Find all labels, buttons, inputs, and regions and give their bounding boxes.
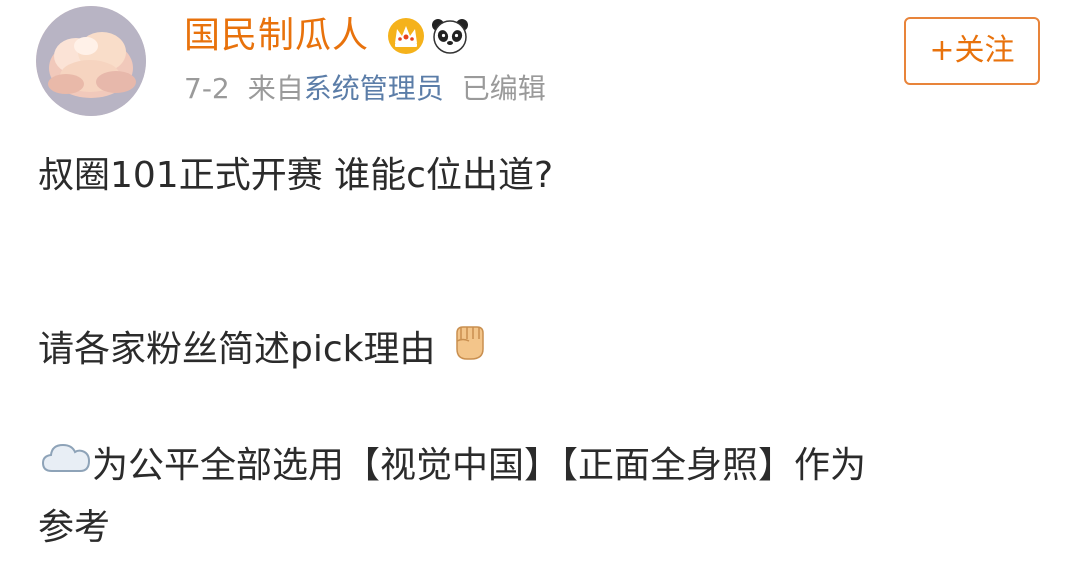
avatar[interactable] <box>36 6 146 116</box>
post-meta: 7-2 来自系统管理员 已编辑 <box>184 68 546 110</box>
follow-button[interactable]: +关注 <box>904 17 1040 85</box>
fist-emoji-icon <box>447 319 491 378</box>
post-text-line-3-text: 为公平全部选用【视觉中国】【正面全身照】作为 <box>92 445 867 486</box>
source-prefix: 来自 <box>247 72 304 105</box>
source-link[interactable]: 系统管理员 <box>304 72 444 105</box>
avatar-cloud-image <box>36 6 146 116</box>
post-text-line-1: 叔圈101正式开赛 谁能c位出道? <box>38 155 554 196</box>
edited-label[interactable]: 已编辑 <box>462 72 546 105</box>
username[interactable]: 国民制瓜人 <box>184 10 369 62</box>
post-date: 7-2 <box>184 72 230 105</box>
weibo-post: 国民制瓜人 7-2 来自系统管理员 已编辑 +关注 叔圈101正式开赛 谁能c位… <box>0 0 1080 566</box>
post-text-line-3: 为公平全部选用【视觉中国】【正面全身照】作为 <box>40 440 866 492</box>
cloud-emoji-icon <box>40 437 92 492</box>
crown-badge-icon[interactable] <box>386 16 426 56</box>
post-text-line-2-text: 请各家粉丝简述pick理由 <box>38 329 436 370</box>
panda-icon[interactable] <box>430 16 470 56</box>
post-text-line-4: 参考 <box>38 507 111 548</box>
post-text-line-2: 请各家粉丝简述pick理由 <box>38 324 491 378</box>
